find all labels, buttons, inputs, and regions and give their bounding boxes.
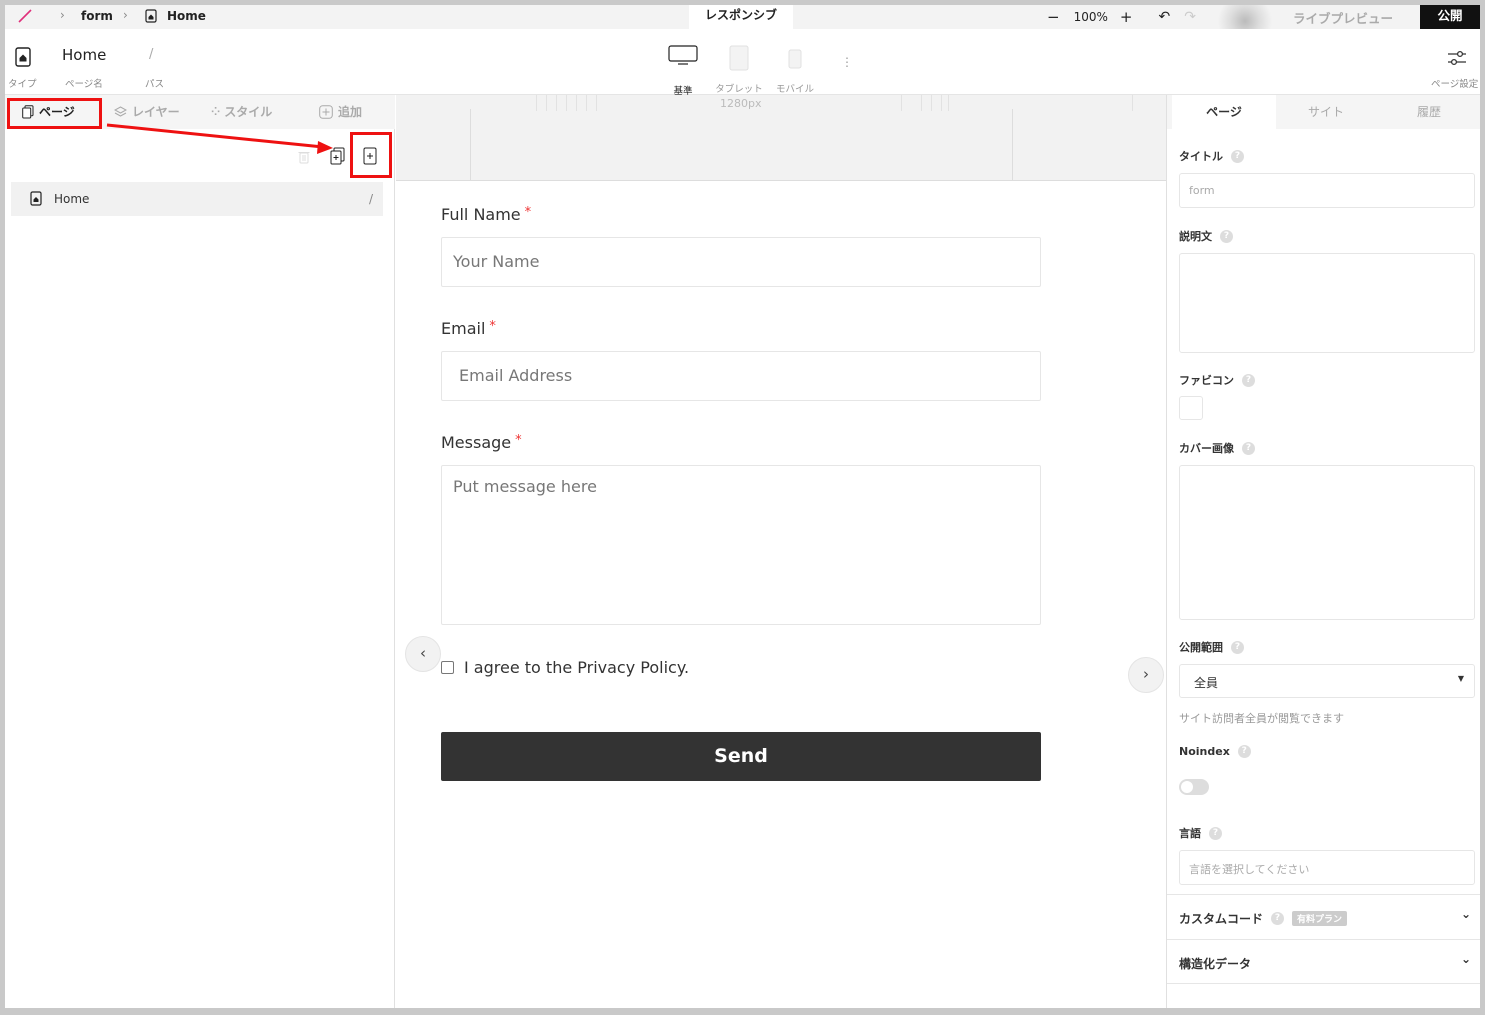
full-name-label: Full Name * xyxy=(441,205,531,224)
field-label-text: Full Name xyxy=(441,205,521,224)
visibility-select[interactable]: 全員 ▼ xyxy=(1179,664,1475,698)
input-placeholder: form xyxy=(1189,184,1215,197)
zoom-level: 100% xyxy=(1073,10,1108,24)
desktop-icon xyxy=(668,45,698,65)
collapse-left-panel-button[interactable]: ‹ xyxy=(405,636,441,672)
cover-image-label: カバー画像? xyxy=(1179,440,1255,456)
left-panel: ページ レイヤー ⁘ スタイル 追加 Home / xyxy=(5,95,395,1008)
visibility-hint: サイト訪問者全員が閲覧できます xyxy=(1179,712,1344,725)
live-preview-button[interactable]: ライブプレビュー xyxy=(1293,8,1393,27)
required-mark: * xyxy=(524,205,532,220)
tab-site-settings[interactable]: サイト xyxy=(1274,95,1378,129)
favicon-upload[interactable] xyxy=(1179,396,1203,420)
publish-button[interactable]: 公開 xyxy=(1420,5,1480,29)
paid-plan-badge: 有料プラン xyxy=(1292,911,1348,926)
page-settings-icon[interactable] xyxy=(1446,49,1468,67)
ruler: 1280px xyxy=(396,95,1166,181)
noindex-toggle[interactable] xyxy=(1179,779,1209,795)
tab-page-settings[interactable]: ページ xyxy=(1172,95,1276,129)
help-icon[interactable]: ? xyxy=(1231,640,1244,654)
input-placeholder: Your Name xyxy=(453,252,540,271)
field-label-text: Message xyxy=(441,433,512,452)
right-panel: ページ サイト 履歴 タイトル? form 説明文? ファビコン? カバー画像?… xyxy=(1166,95,1480,1008)
right-tabs: ページ サイト 履歴 xyxy=(1167,95,1480,129)
custom-code-section[interactable]: カスタムコード? 有料プラン ⌄ xyxy=(1167,894,1480,939)
help-icon[interactable]: ? xyxy=(1209,826,1222,840)
title-label: タイトル? xyxy=(1179,148,1244,164)
section-label: 構造化データ xyxy=(1179,957,1252,971)
tablet-icon xyxy=(729,45,749,71)
input-placeholder: Email Address xyxy=(459,366,573,385)
email-label: Email * xyxy=(441,319,496,338)
send-button[interactable]: Send xyxy=(441,732,1041,781)
help-icon[interactable]: ? xyxy=(1242,373,1255,387)
message-textarea[interactable]: Put message here xyxy=(441,465,1041,625)
undo-icon[interactable]: ↶ xyxy=(1158,9,1170,25)
zoom-in-icon[interactable]: + xyxy=(1120,8,1133,26)
input-placeholder: 言語を選択してください xyxy=(1189,863,1310,876)
page-settings-label: ページ設定 xyxy=(1431,79,1479,90)
help-icon[interactable]: ? xyxy=(1231,149,1244,163)
label-text: 言語 xyxy=(1179,827,1201,840)
full-name-input[interactable]: Your Name xyxy=(441,237,1041,287)
caret-down-icon: ▼ xyxy=(1457,674,1464,683)
help-icon[interactable]: ? xyxy=(1271,912,1285,925)
canvas: 1280px Full Name * Your Name Email * Email… xyxy=(396,95,1166,1008)
zoom-out-icon[interactable]: − xyxy=(1047,8,1060,26)
device-mobile-button[interactable]: モバイル xyxy=(771,49,819,95)
mobile-icon xyxy=(788,49,802,69)
label-text: 説明文 xyxy=(1179,230,1212,243)
label-text: タイトル xyxy=(1179,150,1223,163)
language-select[interactable]: 言語を選択してください xyxy=(1179,850,1475,885)
device-label: タブレット xyxy=(715,84,763,95)
app-window: › form › Home レスポンシブ − 100% + ↶ ↷ ライブプレビ… xyxy=(5,5,1480,1008)
annotation-arrow-icon xyxy=(106,123,333,154)
label-text: 公開範囲 xyxy=(1179,641,1223,654)
required-mark: * xyxy=(489,319,496,334)
select-value: 全員 xyxy=(1194,676,1219,690)
title-input[interactable]: form xyxy=(1179,173,1475,208)
responsive-tab[interactable]: レスポンシブ xyxy=(689,5,793,29)
privacy-agree-label: I agree to the Privacy Policy. xyxy=(464,658,690,677)
noindex-label: Noindex? xyxy=(1179,745,1251,758)
chevron-right-icon: › xyxy=(1143,665,1149,683)
chevron-down-icon: ⌄ xyxy=(1460,907,1471,921)
favicon-label: ファビコン? xyxy=(1179,372,1255,388)
required-mark: * xyxy=(515,433,522,448)
device-tablet-button[interactable]: タブレット xyxy=(713,45,765,95)
message-label: Message * xyxy=(441,433,522,452)
privacy-agree-row[interactable]: I agree to the Privacy Policy. xyxy=(441,658,689,677)
field-label-text: Email xyxy=(441,319,486,338)
label-text: ファビコン xyxy=(1179,374,1234,387)
device-label: モバイル xyxy=(775,84,814,95)
help-icon[interactable]: ? xyxy=(1220,229,1233,243)
cover-image-upload[interactable] xyxy=(1179,465,1475,620)
email-input[interactable]: Email Address xyxy=(441,351,1041,401)
description-label: 説明文? xyxy=(1179,228,1233,244)
chevron-down-icon: ⌄ xyxy=(1460,952,1471,966)
section-label: カスタムコード xyxy=(1179,912,1264,926)
collapse-right-panel-button[interactable]: › xyxy=(1128,657,1164,693)
label-text: Noindex xyxy=(1179,745,1230,758)
help-icon[interactable]: ? xyxy=(1237,745,1251,758)
input-placeholder: Put message here xyxy=(453,477,597,496)
language-label: 言語? xyxy=(1179,825,1222,841)
label-text: カバー画像 xyxy=(1179,442,1234,455)
privacy-checkbox[interactable] xyxy=(441,661,454,674)
structured-data-section[interactable]: 構造化データ ⌄ xyxy=(1167,939,1480,984)
device-desktop-button[interactable]: 基準 xyxy=(665,45,701,97)
canvas-width-label: 1280px xyxy=(720,97,762,110)
tab-history[interactable]: 履歴 xyxy=(1377,95,1480,129)
zoom-control: − 100% + ↶ ↷ xyxy=(1033,5,1209,29)
more-options-icon[interactable]: ⋮ xyxy=(841,55,853,69)
visibility-label: 公開範囲? xyxy=(1179,639,1244,655)
redo-icon[interactable]: ↷ xyxy=(1184,9,1196,25)
description-textarea[interactable] xyxy=(1179,253,1475,353)
help-icon[interactable]: ? xyxy=(1242,441,1255,455)
chevron-left-icon: ‹ xyxy=(420,644,426,662)
